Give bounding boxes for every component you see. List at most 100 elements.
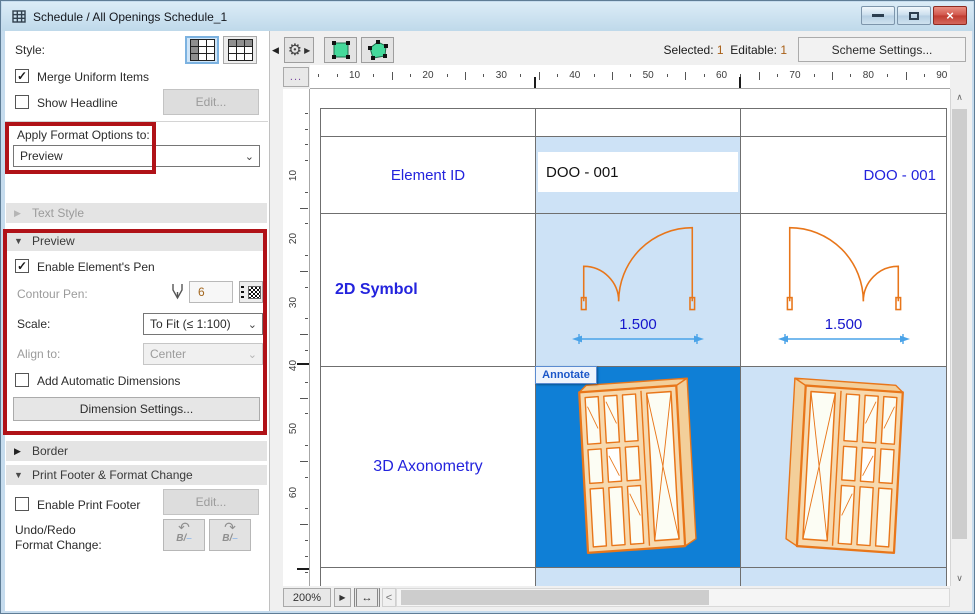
edit-headline-button[interactable]: Edit...	[163, 89, 259, 115]
dimension-settings-button[interactable]: Dimension Settings...	[13, 397, 260, 421]
ruler-number: 40	[288, 360, 299, 371]
ruler-tick	[814, 74, 815, 77]
scale-label: Scale:	[17, 317, 50, 331]
ruler-tick	[704, 74, 705, 77]
section-border[interactable]: ▶ Border	[6, 441, 267, 461]
enable-elements-pen-label: Enable Element's Pen	[37, 260, 155, 274]
horizontal-scrollbar[interactable]	[396, 588, 950, 607]
close-button[interactable]: ×	[933, 6, 967, 25]
show-headline-checkbox[interactable]	[15, 95, 29, 109]
style-by-row-button[interactable]	[223, 36, 257, 64]
enable-print-footer-label: Enable Print Footer	[37, 498, 140, 512]
titlebar[interactable]: Schedule / All Openings Schedule_1 ×	[2, 2, 973, 31]
select-area-button[interactable]	[324, 37, 357, 63]
format-options-panel: Style: ✓ Merge Uniform Items Show Headli…	[5, 31, 269, 611]
table-cell[interactable]	[536, 109, 741, 137]
vertical-scrollbar-thumb[interactable]	[952, 109, 967, 539]
table-cell[interactable]	[321, 568, 536, 586]
scheme-settings-button[interactable]: Scheme Settings...	[798, 37, 966, 62]
ruler-tick	[539, 72, 540, 80]
ruler-tick	[305, 572, 308, 573]
ruler-number: 20	[288, 233, 299, 244]
cell-2d-symbol[interactable]: 1.500	[741, 214, 947, 367]
ruler-tick	[887, 74, 888, 77]
pen-color-button[interactable]	[239, 281, 263, 303]
vertical-scrollbar[interactable]: ∧ ∨	[950, 89, 967, 586]
redo-icon: ↷	[224, 520, 236, 534]
section-preview[interactable]: ▼ Preview	[6, 231, 267, 251]
align-to-dropdown[interactable]: Center ⌄	[143, 343, 263, 365]
row-label-3d-axonometry[interactable]: 3D Axonometry	[321, 367, 536, 568]
style-columns-icon	[190, 39, 215, 61]
zoom-flyout-button[interactable]: ▶	[334, 588, 351, 607]
contour-pen-value-field[interactable]: 6	[189, 281, 233, 303]
select-polygon-button[interactable]	[361, 37, 394, 63]
undo-redo-label-line1: Undo/Redo	[15, 523, 76, 537]
section-text-style[interactable]: ▶ Text Style	[6, 203, 267, 223]
door-2d-symbol-mirrored	[783, 224, 905, 316]
apply-format-options-dropdown[interactable]: Preview ⌄	[13, 145, 260, 167]
cell-element-id-selected[interactable]: DOO - 001	[536, 137, 741, 214]
scroll-up-icon[interactable]: ∧	[951, 89, 968, 105]
minimize-button[interactable]	[861, 6, 895, 25]
redo-format-button[interactable]: ↷ B/–	[209, 519, 251, 551]
ruler-tick	[305, 192, 308, 193]
ruler-tick	[300, 334, 308, 335]
ruler-tick	[594, 74, 595, 77]
preview-statusbar: 200% ▶ ↔ <	[270, 586, 972, 611]
scroll-down-icon[interactable]: ∨	[951, 570, 968, 586]
apply-format-options-label: Apply Format Options to:	[17, 128, 150, 142]
preview-options-button[interactable]: ⚙ ▶	[284, 37, 314, 63]
schedule-window: Schedule / All Openings Schedule_1 × Sty…	[0, 0, 975, 614]
dimension: 1.500	[571, 316, 705, 345]
enable-print-footer-checkbox[interactable]	[15, 497, 29, 511]
collapse-panel-arrow[interactable]: ◀	[272, 45, 279, 56]
ruler-selection-marker	[297, 568, 309, 570]
scroll-left-icon[interactable]: <	[382, 588, 396, 607]
merge-uniform-items-checkbox[interactable]: ✓	[15, 69, 29, 83]
table-cell[interactable]	[321, 109, 536, 137]
chevron-down-icon: ⌄	[248, 348, 262, 361]
schedule-table-icon	[12, 10, 26, 23]
row-label-2d-symbol[interactable]: 2D Symbol	[321, 214, 536, 367]
merge-uniform-items-label: Merge Uniform Items	[37, 70, 149, 84]
ruler-tick	[305, 144, 308, 145]
zoom-level-button[interactable]: 200%	[283, 588, 331, 607]
add-automatic-dimensions-checkbox[interactable]	[15, 373, 29, 387]
ruler-options-button[interactable]: ...	[283, 67, 309, 87]
enable-elements-pen-checkbox[interactable]: ✓	[15, 259, 29, 273]
table-cell[interactable]	[741, 109, 947, 137]
cell-2d-symbol-selected[interactable]: 1.500	[536, 214, 741, 367]
scale-dropdown[interactable]: To Fit (≤ 1:100) ⌄	[143, 313, 263, 335]
style-by-column-button[interactable]	[185, 36, 219, 64]
ruler-tick	[759, 72, 760, 80]
ruler-number: 10	[349, 70, 360, 81]
cell-3d-axonometry-selected[interactable]: Annotate	[536, 367, 741, 568]
check-icon: ✓	[17, 259, 27, 273]
ruler-tick	[305, 477, 308, 478]
row-label-element-id[interactable]: Element ID	[321, 137, 536, 214]
restore-button[interactable]	[897, 6, 931, 25]
undo-icon: ↶	[178, 520, 190, 534]
ruler-selection-marker	[534, 77, 536, 89]
cell-element-id[interactable]: DOO - 001	[741, 137, 947, 214]
ruler-tick	[410, 74, 411, 77]
selection-rectangle-icon	[330, 39, 352, 61]
edit-footer-button[interactable]: Edit...	[163, 489, 259, 515]
table-cell[interactable]	[741, 568, 947, 586]
ruler-tick	[483, 74, 484, 77]
section-print-footer[interactable]: ▼ Print Footer & Format Change	[6, 465, 267, 485]
style-rows-icon	[228, 39, 253, 61]
ruler-number: 80	[863, 70, 874, 81]
preview-canvas[interactable]: Element ID DOO - 001 DOO - 001 2D Symbol	[310, 89, 950, 586]
ruler-tick	[300, 461, 308, 462]
horizontal-scrollbar-thumb[interactable]	[401, 590, 709, 605]
ruler-tick	[630, 74, 631, 77]
table-cell[interactable]	[536, 568, 741, 586]
cell-3d-axonometry[interactable]	[741, 367, 947, 568]
fit-width-button[interactable]: ↔	[354, 588, 380, 607]
ruler-tick	[832, 72, 833, 80]
undo-format-button[interactable]: ↶ B/–	[163, 519, 205, 551]
element-id-edit-field[interactable]: DOO - 001	[538, 152, 738, 192]
ruler-number: 30	[288, 297, 299, 308]
